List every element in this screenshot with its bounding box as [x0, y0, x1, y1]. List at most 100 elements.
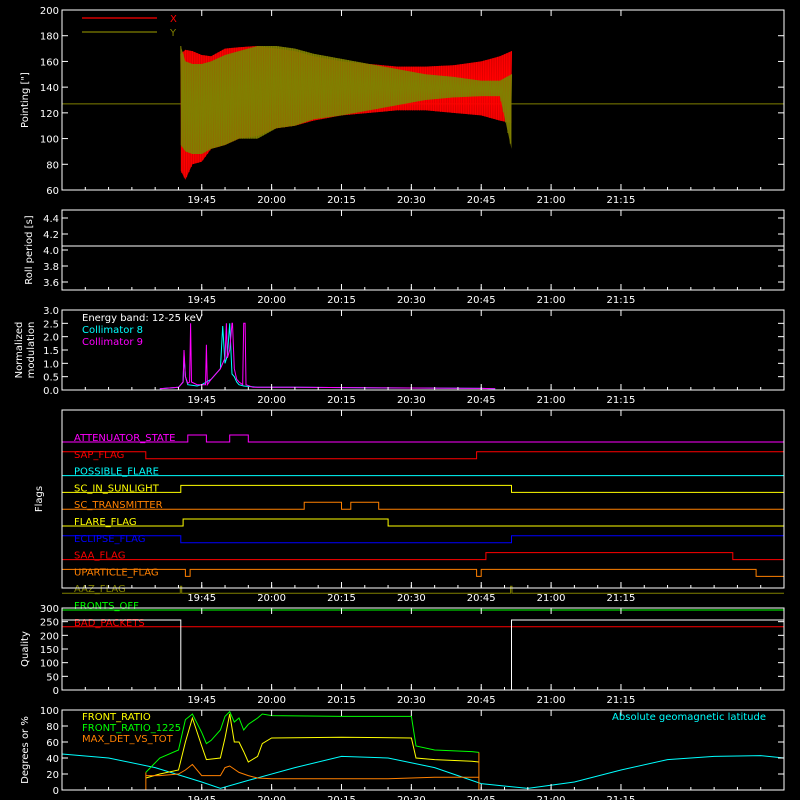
flag-label-eclipse_flag: ECLIPSE_FLAG — [74, 534, 145, 545]
time-tick-label: 20:15 — [327, 395, 356, 406]
y-tick-label: 140 — [40, 83, 59, 94]
y-tick-label: 160 — [40, 57, 59, 68]
y-tick-label: 3.6 — [43, 278, 59, 289]
y-axis-label: Degrees or % — [20, 716, 31, 784]
legend-collimator-9: Collimator 9 — [82, 337, 143, 348]
flags-panel: ATTENUATOR_STATE SAP_FLAG POSSIBLE_FLARE SC… — [34, 409, 785, 629]
time-tick-label: 19:45 — [187, 395, 216, 406]
time-tick-label: 19:45 — [187, 295, 216, 306]
y-tick-label: 80 — [46, 722, 59, 733]
time-tick-label: 20:00 — [257, 395, 286, 406]
y-tick-label: 180 — [40, 32, 59, 43]
time-tick-label: 21:00 — [537, 395, 566, 406]
flag-label-sap_flag: SAP_FLAG — [74, 450, 124, 461]
y-tick-label: 0.0 — [43, 386, 59, 397]
y-tick-label: 200 — [40, 6, 59, 17]
flag-label-bad_packets: BAD_PACKETS — [74, 618, 145, 629]
modulation-collimator-9 — [159, 322, 496, 390]
time-tick-label: 20:30 — [397, 593, 426, 604]
time-tick-label: 21:00 — [537, 295, 566, 306]
y-tick-label: 2.5 — [43, 319, 59, 330]
time-tick-label: 20:00 — [257, 695, 286, 706]
y-tick-label: 200 — [40, 631, 59, 642]
flag-label-possible_flare: POSSIBLE_FLARE — [74, 467, 159, 478]
flag-label-sc_in_sunlight: SC_IN_SUNLIGHT — [74, 483, 160, 494]
modulation-collimator-8 — [159, 323, 496, 390]
time-tick-label: 20:00 — [257, 195, 286, 206]
y-tick-label: 1.0 — [43, 359, 59, 370]
time-tick-label: 20:00 — [257, 795, 286, 800]
y-tick-label: 0 — [53, 686, 59, 697]
y-axis-label-line1: Normalized — [14, 322, 25, 379]
time-tick-label: 19:45 — [187, 795, 216, 800]
time-tick-label: 20:30 — [397, 795, 426, 800]
time-tick-label: 20:45 — [467, 695, 496, 706]
flag-label-sc_transmitter: SC_TRANSMITTER — [74, 500, 163, 511]
time-tick-label: 20:15 — [327, 695, 356, 706]
y-tick-label: 100 — [40, 706, 59, 717]
y-tick-label: 100 — [40, 135, 59, 146]
modulation-panel: 19:45 20:00 20:15 20:30 20:45 21:00 21:15 0.0 0.… — [14, 306, 785, 406]
flag-label-fronts_off: FRONTS_OFF — [74, 601, 139, 612]
pointing-panel: 19:45 20:00 20:15 20:30 20:45 21:00 21:15 60 80 1… — [20, 6, 785, 206]
y-tick-label: 0 — [53, 786, 59, 797]
y-tick-label: 4.0 — [43, 246, 59, 257]
flag-line-saa_flag — [62, 552, 784, 561]
chart-window: 19:45 20:00 20:15 20:30 20:45 21:00 21:15 60 80 1… — [0, 0, 800, 800]
y-tick-label: 150 — [40, 645, 59, 656]
legend-label-y: Y — [169, 28, 177, 39]
legend-max_det_vs_tot: MAX_DET_VS_TOT — [82, 734, 174, 745]
y-axis-label: Pointing ["] — [20, 72, 31, 128]
time-tick-label: 21:15 — [607, 395, 636, 406]
time-tick-label: 19:45 — [187, 195, 216, 206]
y-tick-label: 1.5 — [43, 346, 59, 357]
time-tick-label: 20:30 — [397, 195, 426, 206]
y-tick-label: 100 — [40, 659, 59, 670]
time-tick-label: 20:30 — [397, 695, 426, 706]
ratios-panel: 19:45 20:00 20:15 20:30 20:45 21:00 21:15 0 20 40… — [20, 706, 785, 800]
quality-line — [62, 619, 784, 691]
time-tick-label: 20:15 — [327, 195, 356, 206]
time-tick-label: 20:30 — [397, 395, 426, 406]
flag-label-flare_flag: FLARE_FLAG — [74, 517, 137, 528]
legend-collimator-8: Collimator 8 — [82, 325, 143, 336]
y-tick-label: 120 — [40, 109, 59, 120]
time-tick-label: 21:15 — [607, 695, 636, 706]
time-tick-label: 20:00 — [257, 593, 286, 604]
geomagnetic-latitude-annotation: Absolute geomagnetic latitude — [612, 712, 766, 723]
time-tick-label: 21:00 — [537, 195, 566, 206]
time-tick-label: 21:00 — [537, 795, 566, 800]
time-tick-label: 21:15 — [607, 195, 636, 206]
flag-label-attenuator_state: ATTENUATOR_STATE — [74, 433, 175, 444]
y-tick-label: 2.0 — [43, 333, 59, 344]
flag-line-uparticle_flag — [61, 568, 784, 577]
legend-label-x: X — [170, 14, 177, 25]
y-tick-label: 3.8 — [43, 262, 59, 273]
flag-line-sc_in_sunlight — [62, 484, 784, 493]
time-tick-label: 20:45 — [467, 593, 496, 604]
time-tick-label: 20:00 — [257, 295, 286, 306]
y-tick-label: 50 — [46, 672, 59, 683]
time-tick-label: 21:15 — [607, 795, 636, 800]
flag-label-aaz_flag: AAZ_FLAG — [74, 584, 126, 595]
time-tick-label: 20:15 — [327, 795, 356, 800]
time-tick-label: 20:15 — [327, 593, 356, 604]
time-tick-label: 20:45 — [467, 195, 496, 206]
ratio-absolute-geomagnetic-latitude — [61, 753, 785, 789]
legend-front_ratio: FRONT_RATIO — [82, 712, 151, 723]
flag-label-uparticle_flag: UPARTICLE_FLAG — [74, 567, 159, 578]
legend-front_ratio_1225: FRONT_RATIO_1225 — [82, 723, 181, 734]
y-tick-label: 80 — [46, 160, 59, 171]
roll-period-panel: 19:45 20:00 20:15 20:30 20:45 21:00 21:15 3.6 3.… — [24, 209, 785, 306]
y-tick-label: 20 — [46, 770, 59, 781]
flag-line-flare_flag — [62, 518, 784, 527]
y-axis-label: Roll period [s] — [24, 215, 35, 284]
time-tick-label: 20:30 — [397, 295, 426, 306]
energy-band-annotation: Energy band: 12-25 keV — [82, 313, 203, 324]
time-tick-label: 20:15 — [327, 295, 356, 306]
y-tick-label: 40 — [46, 754, 59, 765]
time-tick-label: 19:45 — [187, 593, 216, 604]
time-tick-label: 21:15 — [607, 593, 636, 604]
y-tick-label: 60 — [46, 738, 59, 749]
y-tick-label: 3.0 — [43, 306, 59, 317]
